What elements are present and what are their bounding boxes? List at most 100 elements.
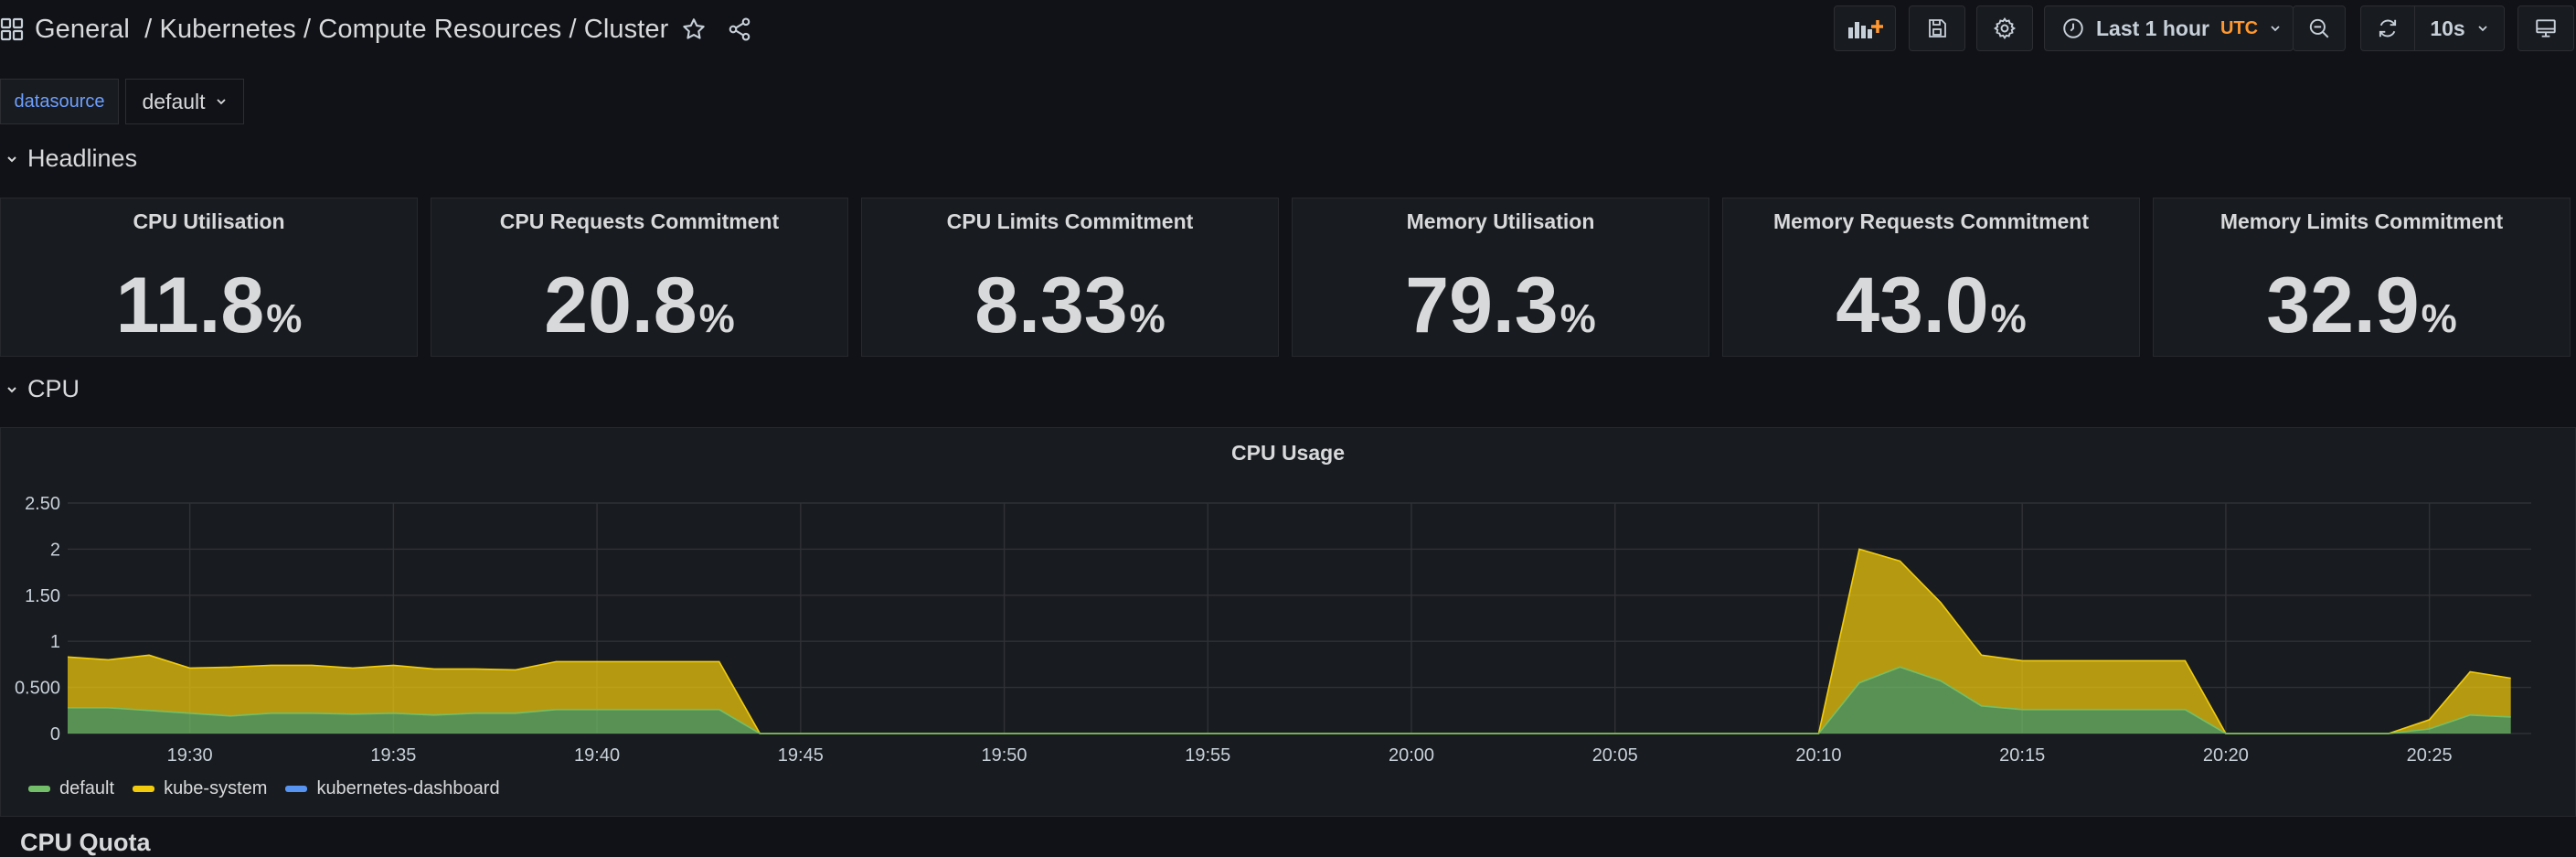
star-icon[interactable] [681, 16, 707, 42]
datasource-variable-value: default [142, 89, 206, 113]
y-tick-label: 2 [50, 540, 60, 560]
zoom-out-icon [2307, 16, 2331, 40]
datasource-variable-label: datasource [0, 79, 119, 124]
clock-icon [2061, 16, 2085, 40]
stat-panel-cpu-utilisation: CPU Utilisation 11.8% [0, 198, 418, 357]
legend-item-default[interactable]: default [28, 778, 114, 799]
row-cpu-quota[interactable]: CPU Quota [20, 829, 151, 857]
refresh-picker: 10s [2360, 5, 2505, 51]
stat-panel-memory-requests-commitment: Memory Requests Commitment 43.0% [1722, 198, 2140, 357]
legend-swatch [285, 786, 308, 792]
stat-number: 20.8 [544, 262, 697, 349]
stat-number: 8.33 [974, 262, 1128, 349]
cpu-usage-chart: CPU Usage 0 0.500 1 1.50 2 2.50 19:30 19:35 19:… [15, 441, 2531, 766]
y-tick-label: 2.50 [25, 494, 60, 514]
stat-panel-cpu-requests-commitment: CPU Requests Commitment 20.8% [431, 198, 848, 357]
panel-title: CPU Requests Commitment [499, 209, 780, 233]
stat-unit: % [698, 296, 735, 341]
x-tick-label: 20:15 [1999, 745, 2045, 766]
top-navbar: General / Kubernetes / Compute Resources… [0, 0, 2576, 60]
tv-icon [2534, 16, 2558, 40]
x-tick-label: 20:00 [1389, 745, 1434, 766]
save-icon [1926, 17, 1948, 39]
stat-value: 79.3% [1293, 261, 1708, 351]
chevron-down-icon [5, 383, 18, 396]
stat-panel-memory-limits-commitment: Memory Limits Commitment 32.9% [2153, 198, 2571, 357]
zoom-out-button[interactable] [2293, 5, 2346, 51]
add-panel-icon [1847, 16, 1883, 40]
tv-mode-button[interactable] [2517, 5, 2574, 51]
save-dashboard-button[interactable] [1909, 5, 1965, 51]
time-range-picker[interactable]: Last 1 hour UTC [2044, 5, 2294, 51]
row-title: CPU [27, 375, 80, 402]
x-tick-label: 20:20 [2203, 745, 2249, 766]
panel-title: Memory Requests Commitment [1772, 209, 2090, 233]
stat-unit: % [1129, 296, 1166, 341]
stat-value: 20.8% [431, 261, 847, 351]
y-tick-label: 0 [50, 724, 60, 745]
stat-number: 43.0 [1836, 262, 1989, 349]
y-tick-label: 0.500 [15, 679, 60, 699]
x-tick-label: 19:50 [982, 745, 1027, 766]
timezone-label: UTC [2219, 17, 2259, 38]
dashboard-settings-button[interactable] [1976, 5, 2033, 51]
x-tick-label: 20:05 [1592, 745, 1638, 766]
stat-value: 11.8% [1, 261, 417, 351]
row-title: CPU Quota [20, 829, 151, 856]
stat-panel-cpu-limits-commitment: CPU Limits Commitment 8.33% [861, 198, 1279, 357]
row-title: Headlines [27, 145, 138, 172]
stat-unit: % [266, 296, 303, 341]
legend-swatch [133, 786, 155, 792]
legend-swatch [28, 786, 50, 792]
x-tick-label: 20:25 [2407, 745, 2453, 766]
refresh-interval-label: 10s [2430, 16, 2465, 40]
stat-value: 8.33% [862, 261, 1278, 351]
stat-panel-memory-utilisation: Memory Utilisation 79.3% [1292, 198, 1709, 357]
legend-label: kube-system [164, 778, 268, 798]
stat-unit: % [1990, 296, 2027, 341]
x-tick-label: 19:35 [370, 745, 416, 766]
stat-unit: % [1559, 296, 1596, 341]
breadcrumb[interactable]: General / Kubernetes / Compute Resources… [35, 15, 668, 45]
panel-title: Memory Utilisation [1406, 209, 1595, 233]
chart-legend: default kube-system kubernetes-dashboard [28, 778, 500, 799]
chevron-down-icon [2476, 22, 2489, 35]
x-tick-label: 19:45 [778, 745, 824, 766]
stat-unit: % [2421, 296, 2457, 341]
legend-item-kubernetes-dashboard[interactable]: kubernetes-dashboard [285, 778, 500, 799]
stat-value: 43.0% [1723, 261, 2139, 351]
refresh-button[interactable] [2361, 6, 2414, 50]
row-cpu[interactable]: CPU [5, 375, 80, 403]
stat-number: 32.9 [2266, 262, 2420, 349]
chevron-down-icon [5, 153, 18, 166]
refresh-interval-select[interactable]: 10s [2414, 6, 2504, 50]
row-headlines[interactable]: Headlines [5, 145, 137, 173]
panel-title: CPU Utilisation [133, 209, 285, 233]
y-tick-label: 1 [50, 632, 60, 652]
legend-label: kubernetes-dashboard [316, 778, 500, 798]
share-icon[interactable] [727, 16, 752, 42]
x-tick-label: 19:30 [167, 745, 213, 766]
cpu-usage-panel: CPU Usage 0 0.500 1 1.50 2 2.50 19:30 19:35 19:… [0, 427, 2576, 817]
x-tick-label: 20:10 [1795, 745, 1841, 766]
dashboard-title-bar: General / Kubernetes / Compute Resources… [0, 7, 752, 51]
time-range-label: Last 1 hour [2096, 16, 2209, 40]
legend-item-kube-system[interactable]: kube-system [133, 778, 267, 799]
y-tick-label: 1.50 [25, 586, 60, 606]
x-tick-label: 19:55 [1185, 745, 1230, 766]
stat-number: 11.8 [115, 262, 265, 349]
chevron-down-icon [215, 95, 228, 108]
chart-title: CPU Usage [1231, 441, 1345, 465]
datasource-variable-select[interactable]: default [125, 79, 244, 124]
gear-icon [1993, 16, 2017, 40]
stat-value: 32.9% [2154, 261, 2570, 351]
refresh-icon [2376, 16, 2400, 40]
x-tick-label: 19:40 [574, 745, 620, 766]
panel-title: CPU Limits Commitment [946, 209, 1194, 233]
add-panel-button[interactable] [1834, 5, 1896, 51]
panel-title: Memory Limits Commitment [2219, 209, 2504, 233]
stat-number: 79.3 [1405, 262, 1559, 349]
legend-label: default [59, 778, 115, 798]
chevron-down-icon [2269, 22, 2282, 35]
grid-icon[interactable] [0, 17, 24, 41]
